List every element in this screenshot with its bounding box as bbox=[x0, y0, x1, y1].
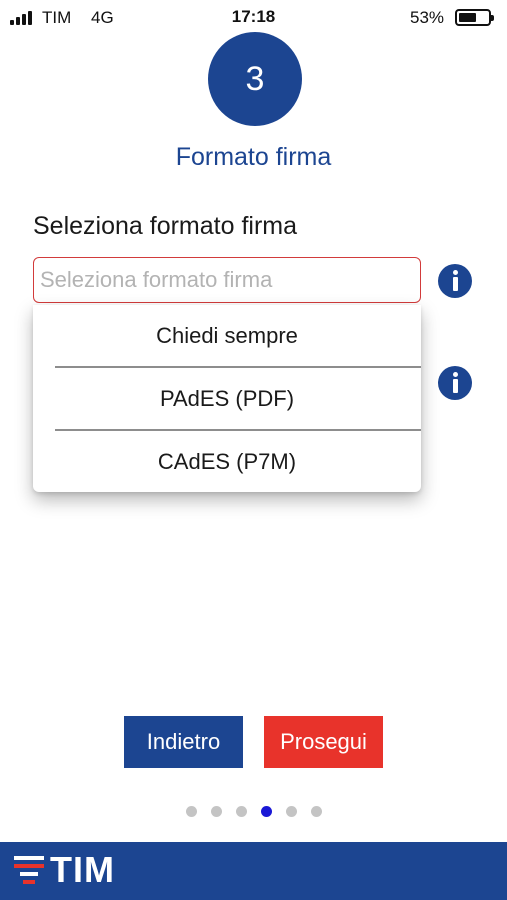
page-indicator bbox=[0, 806, 507, 817]
page-dot bbox=[285, 806, 297, 817]
option-chiedi-sempre[interactable]: Chiedi sempre bbox=[33, 305, 421, 367]
format-dropdown: Chiedi sempre PAdES (PDF) CAdES (P7M) bbox=[33, 305, 421, 492]
footer-bar: TIM bbox=[0, 842, 507, 900]
info-icon[interactable] bbox=[438, 264, 472, 298]
page-dot-active bbox=[260, 806, 272, 817]
step-title: Formato firma bbox=[175, 143, 332, 171]
page-dot bbox=[185, 806, 197, 817]
status-bar: TIM 4G 17:18 53% bbox=[0, 0, 507, 36]
format-select[interactable]: Seleziona formato firma bbox=[33, 257, 421, 303]
battery-percentage: 53% bbox=[410, 8, 445, 27]
tim-logo-icon bbox=[14, 856, 44, 886]
option-pades[interactable]: PAdES (PDF) bbox=[33, 368, 421, 430]
brand-name: TIM bbox=[50, 849, 115, 890]
page-dot bbox=[310, 806, 322, 817]
format-field-label: Seleziona formato firma bbox=[33, 212, 298, 240]
step-number-badge: 3 bbox=[208, 32, 302, 126]
page-dot bbox=[235, 806, 247, 817]
info-icon[interactable] bbox=[438, 366, 472, 400]
option-cades[interactable]: CAdES (P7M) bbox=[33, 431, 421, 493]
battery-icon bbox=[455, 9, 494, 26]
page-dot bbox=[210, 806, 222, 817]
next-button[interactable]: Prosegui bbox=[264, 716, 383, 768]
back-button[interactable]: Indietro bbox=[124, 716, 243, 768]
